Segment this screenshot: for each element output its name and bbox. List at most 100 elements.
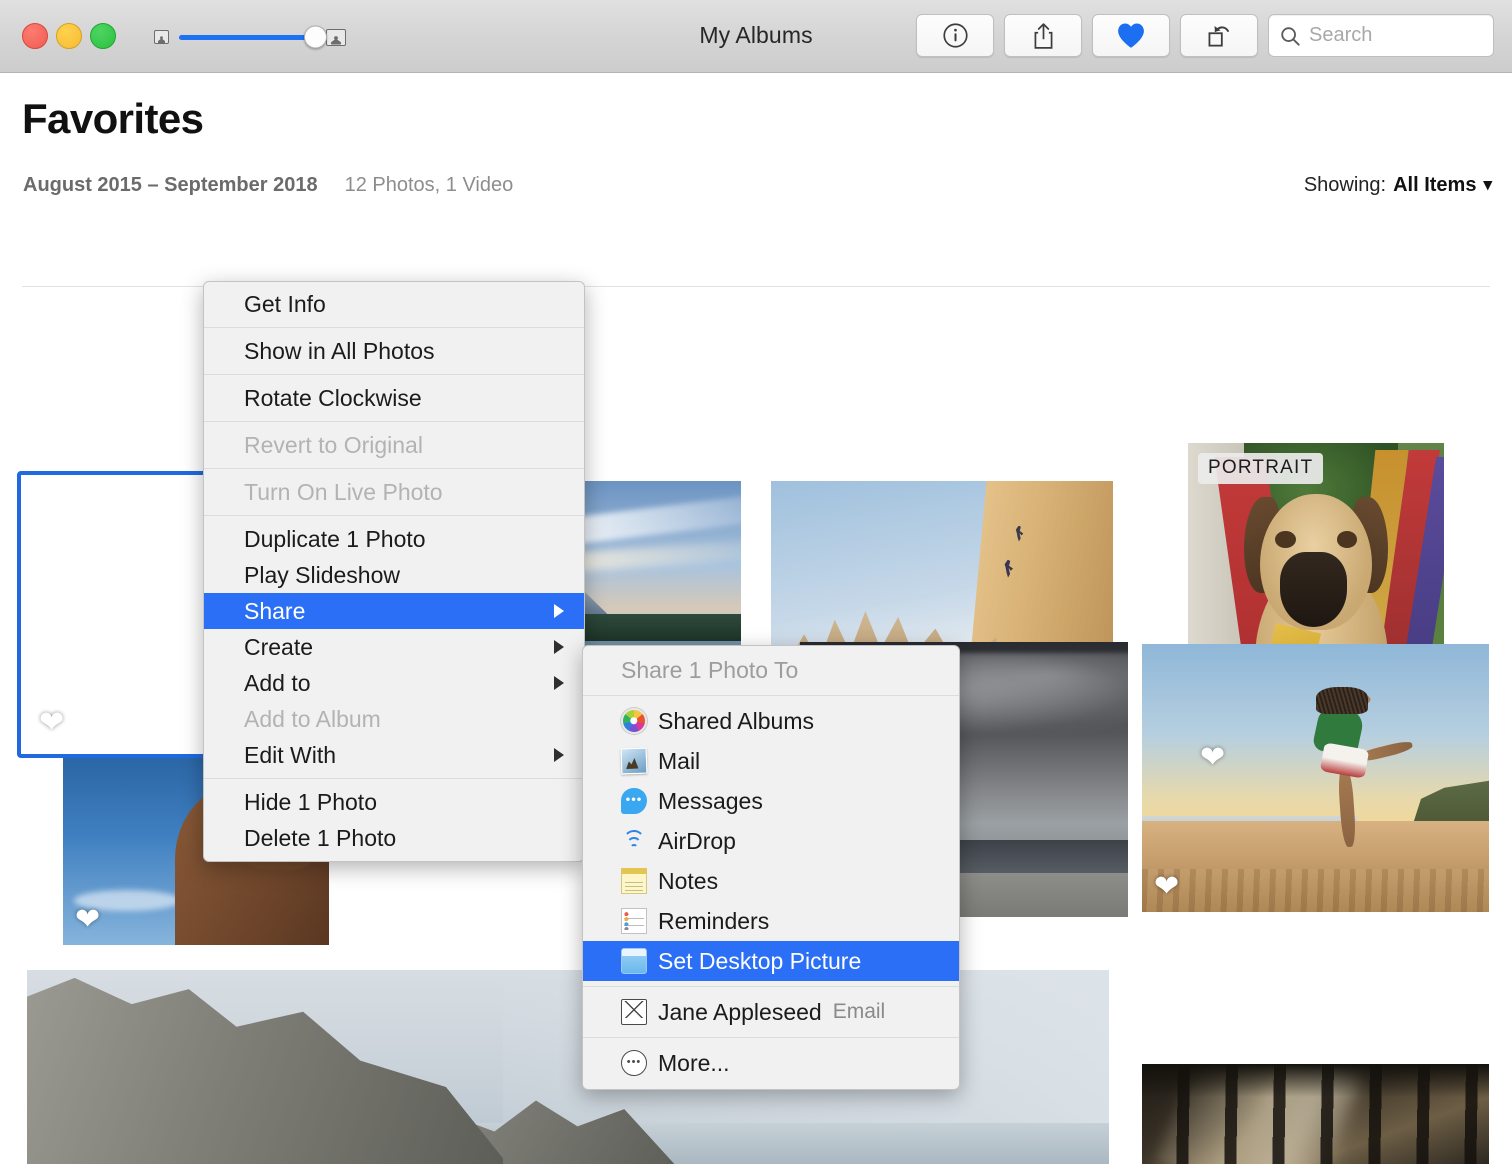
share-item-label: AirDrop [658, 828, 736, 855]
menu-item-label: Get Info [244, 291, 326, 318]
menu-item-create[interactable]: Create [204, 629, 584, 665]
menu-item-show-in-all-photos[interactable]: Show in All Photos [204, 333, 584, 369]
menu-separator [204, 421, 584, 422]
share-submenu-title: Share 1 Photo To [583, 650, 959, 690]
album-subtitle: August 2015 – September 2018 12 Photos, … [23, 174, 513, 197]
window-titlebar: My Albums [0, 0, 1512, 73]
mail-app-icon [621, 748, 648, 775]
showing-label: Showing: [1304, 174, 1386, 197]
photo-thumbnail-beach-jump-sunset[interactable]: ❤ [1142, 644, 1489, 912]
share-target-messages[interactable]: Messages [583, 781, 959, 821]
menu-item-add-to-album: Add to Album [204, 701, 584, 737]
menu-separator [204, 515, 584, 516]
contact-method-label: Email [833, 1000, 886, 1024]
share-button[interactable] [1004, 14, 1082, 57]
share-item-label: Reminders [658, 908, 769, 935]
share-target-mail[interactable]: Mail [583, 741, 959, 781]
favorite-button[interactable] [1092, 14, 1170, 57]
share-item-label: Set Desktop Picture [658, 948, 861, 975]
menu-item-add-to[interactable]: Add to [204, 665, 584, 701]
share-item-label: Shared Albums [658, 708, 814, 735]
photos-app-window: My Albums [0, 0, 1512, 1164]
portrait-badge: PORTRAIT [1198, 453, 1323, 484]
menu-item-delete-1-photo[interactable]: Delete 1 Photo [204, 820, 584, 856]
menu-item-label: Turn On Live Photo [244, 479, 443, 506]
menu-item-duplicate-1-photo[interactable]: Duplicate 1 Photo [204, 521, 584, 557]
share-target-contact-jane-appleseed[interactable]: Jane Appleseed Email [583, 992, 959, 1032]
favorite-heart-icon: ❤ [1154, 872, 1179, 902]
menu-item-share[interactable]: Share [204, 593, 584, 629]
submenu-arrow-icon [554, 748, 564, 762]
menu-item-label: Duplicate 1 Photo [244, 526, 426, 553]
menu-item-revert-to-original: Revert to Original [204, 427, 584, 463]
chevron-down-icon[interactable]: ▾ [1483, 175, 1492, 195]
favorite-heart-icon: ❤ [1200, 743, 1225, 773]
menu-item-label: Add to [244, 670, 311, 697]
share-target-notes[interactable]: Notes [583, 861, 959, 901]
menu-item-label: Show in All Photos [244, 338, 435, 365]
menu-item-get-info[interactable]: Get Info [204, 286, 584, 322]
submenu-arrow-icon [554, 604, 564, 618]
album-header: Favorites August 2015 – September 2018 1… [0, 73, 1512, 214]
share-item-label: More... [658, 1050, 730, 1077]
submenu-arrow-icon [554, 676, 564, 690]
menu-item-label: Hide 1 Photo [244, 789, 377, 816]
share-target-airdrop[interactable]: AirDrop [583, 821, 959, 861]
menu-item-label: Add to Album [244, 706, 381, 733]
submenu-arrow-icon [554, 640, 564, 654]
envelope-icon [621, 999, 647, 1025]
menu-item-hide-1-photo[interactable]: Hide 1 Photo [204, 784, 584, 820]
desktop-picture-icon [621, 948, 647, 974]
menu-item-label: Create [244, 634, 313, 661]
toolbar-button-group: Search [916, 14, 1494, 57]
more-ellipsis-icon [621, 1050, 647, 1076]
menu-item-edit-with[interactable]: Edit With [204, 737, 584, 773]
menu-separator [204, 327, 584, 328]
menu-item-play-slideshow[interactable]: Play Slideshow [204, 557, 584, 593]
menu-item-rotate-clockwise[interactable]: Rotate Clockwise [204, 380, 584, 416]
menu-item-label: Play Slideshow [244, 562, 400, 589]
photo-context-menu: Get Info Show in All Photos Rotate Clock… [203, 281, 585, 862]
notes-app-icon [621, 868, 647, 894]
info-button[interactable] [916, 14, 994, 57]
menu-item-label: Revert to Original [244, 432, 423, 459]
airdrop-icon [621, 828, 647, 854]
share-item-label: Notes [658, 868, 718, 895]
search-input[interactable]: Search [1309, 24, 1372, 47]
menu-item-label: Rotate Clockwise [244, 385, 422, 412]
contact-name-label: Jane Appleseed [658, 999, 822, 1026]
rotate-button[interactable] [1180, 14, 1258, 57]
share-more-options[interactable]: More... [583, 1043, 959, 1083]
rotate-counterclockwise-icon [1205, 22, 1233, 49]
menu-item-label: Delete 1 Photo [244, 825, 396, 852]
menu-separator [583, 1037, 959, 1038]
reminders-app-icon [621, 908, 647, 934]
share-up-arrow-icon [1030, 22, 1057, 50]
messages-app-icon [621, 788, 647, 814]
showing-filter[interactable]: Showing: All Items ▾ [1304, 174, 1492, 197]
search-field[interactable]: Search [1268, 14, 1494, 57]
menu-separator [583, 695, 959, 696]
favorite-heart-icon: ❤ [39, 708, 64, 738]
share-target-reminders[interactable]: Reminders [583, 901, 959, 941]
album-item-count: 12 Photos, 1 Video [345, 174, 514, 197]
info-circle-icon [942, 22, 969, 49]
album-date-range: August 2015 – September 2018 [23, 174, 318, 197]
menu-separator [204, 778, 584, 779]
page-title: Favorites [22, 95, 203, 143]
photo-thumbnail-forest-light-rays[interactable] [1142, 1064, 1489, 1164]
menu-separator [204, 374, 584, 375]
menu-item-turn-on-live-photo: Turn On Live Photo [204, 474, 584, 510]
heart-icon [1116, 22, 1146, 49]
menu-separator [204, 468, 584, 469]
share-target-set-desktop-picture[interactable]: Set Desktop Picture [583, 941, 959, 981]
favorite-heart-icon: ❤ [75, 905, 100, 935]
share-item-label: Mail [658, 748, 700, 775]
share-target-shared-albums[interactable]: Shared Albums [583, 701, 959, 741]
search-icon [1279, 25, 1301, 47]
photos-app-icon [621, 708, 647, 734]
showing-value[interactable]: All Items [1393, 174, 1476, 197]
menu-item-label: Edit With [244, 742, 336, 769]
share-submenu: Share 1 Photo To Shared Albums Mail Mess… [582, 645, 960, 1090]
share-item-label: Messages [658, 788, 763, 815]
